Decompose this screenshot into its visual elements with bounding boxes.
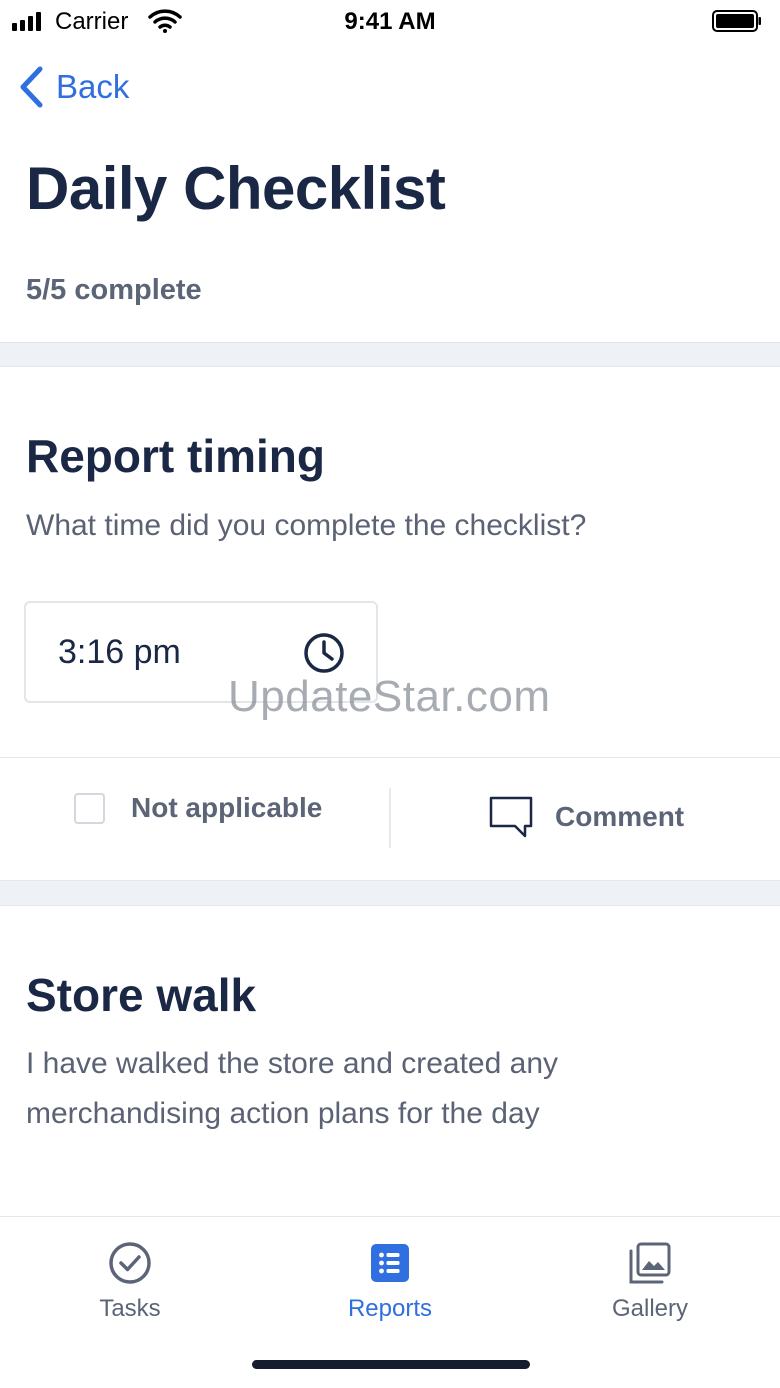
clock-icon[interactable] xyxy=(302,631,346,675)
status-time: 9:41 AM xyxy=(344,8,436,35)
comment-label: Comment xyxy=(555,801,685,832)
gallery-icon xyxy=(629,1242,671,1284)
action-divider xyxy=(389,788,391,848)
home-indicator xyxy=(252,1360,530,1369)
tab-label: Reports xyxy=(347,1295,433,1322)
item-description: What time did you complete the checklist… xyxy=(26,509,587,542)
tab-label: Tasks xyxy=(99,1295,161,1322)
item-actions: Not applicable Comment xyxy=(0,757,780,881)
page-header: Back Daily Checklist 5/5 complete xyxy=(0,44,780,343)
comment-icon xyxy=(489,796,533,838)
tab-tasks[interactable]: Tasks xyxy=(30,1241,230,1323)
not-applicable-toggle[interactable]: Not applicable xyxy=(74,792,322,824)
list-icon xyxy=(371,1244,409,1282)
tab-reports[interactable]: Reports xyxy=(290,1241,490,1323)
not-applicable-checkbox[interactable] xyxy=(74,792,105,824)
check-circle-icon xyxy=(109,1242,151,1284)
time-value: 3:16 pm xyxy=(58,633,181,671)
tab-gallery[interactable]: Gallery xyxy=(550,1241,750,1323)
page-title: Daily Checklist xyxy=(26,155,446,222)
checklist-item-report-timing: Report timing What time did you complete… xyxy=(0,366,780,881)
comment-button[interactable]: Comment xyxy=(489,796,684,838)
item-title: Store walk xyxy=(26,969,257,1021)
back-label: Back xyxy=(56,68,130,105)
progress-text: 5/5 complete xyxy=(26,274,202,306)
item-description: I have walked the store and created any … xyxy=(26,1047,559,1130)
battery-icon xyxy=(712,10,761,32)
status-bar: Carrier 9:41 AM xyxy=(0,0,780,44)
watermark: UpdateStar.com xyxy=(228,672,551,721)
back-button[interactable]: Back xyxy=(18,66,129,108)
checklist-item-store-walk: Store walk I have walked the store and c… xyxy=(0,905,780,1217)
not-applicable-label: Not applicable xyxy=(131,792,323,823)
tab-label: Gallery xyxy=(611,1295,689,1322)
item-title: Report timing xyxy=(26,430,325,482)
chevron-left-icon xyxy=(20,66,43,108)
